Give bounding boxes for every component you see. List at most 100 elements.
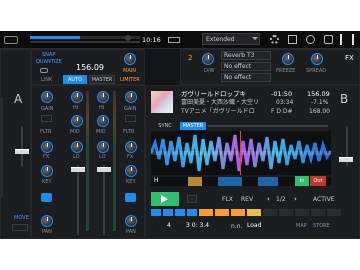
master-deck-button[interactable]: MASTER [180, 122, 206, 130]
next-page-icon[interactable]: › [294, 196, 297, 203]
store-button[interactable]: STORE [313, 224, 330, 229]
ch-b-mid-knob[interactable] [97, 115, 109, 127]
sync-label: SYNC [158, 123, 172, 129]
link-label: LINK [41, 77, 53, 83]
load-button[interactable]: Load [247, 223, 261, 229]
waveform-svg [151, 134, 331, 172]
ch2-cue-headphone-icon[interactable] [125, 193, 136, 202]
loop-out-label: Out [313, 178, 323, 184]
deck-b-bpm: 156.09 [307, 90, 330, 98]
ch-b-level-meter [113, 91, 116, 231]
hotcue-pad-5[interactable] [199, 209, 213, 216]
ch1-pan-knob[interactable] [41, 215, 53, 227]
ch-b-volume-fader[interactable] [97, 167, 111, 172]
hotcue-pad-2[interactable] [163, 209, 173, 216]
snap-label: SNAP [42, 52, 56, 58]
track-artist: 富田美憂・大西沙織・大空リ [181, 99, 260, 106]
playhead [240, 131, 241, 175]
ch-a-mid-knob[interactable] [71, 115, 83, 127]
ch1-key-knob[interactable] [41, 165, 53, 177]
deck-b-pitch: -7.1% [311, 99, 329, 106]
hotcue-pad-3[interactable] [175, 209, 185, 216]
flx-button[interactable]: FLX [222, 197, 233, 203]
fx-freeze-label: FREEZE [276, 68, 296, 74]
link-indicator-icon [40, 68, 48, 73]
master-bpm: 156.09 [76, 63, 104, 72]
fx-slot-2-label: No effect [224, 63, 252, 70]
nn-label: n.n. [231, 223, 243, 230]
mode-label: Extended [206, 36, 235, 43]
ch2-key-label: KEY [126, 179, 136, 185]
ch1-cue-headphone-icon[interactable] [41, 193, 52, 202]
ch-a-hi-knob[interactable] [71, 91, 83, 103]
loop-in-button[interactable]: In [295, 176, 309, 186]
logo-icon [4, 36, 18, 44]
ch-a-level-meter [86, 91, 89, 231]
hotcue-marker-1[interactable] [188, 177, 202, 186]
hotcue-marker-2[interactable] [218, 177, 242, 186]
ch1-gain-knob[interactable] [41, 91, 53, 103]
deck-a-cue-button[interactable] [12, 224, 28, 231]
hotcue-pad-1[interactable] [151, 209, 161, 216]
share-icon[interactable] [324, 35, 333, 44]
ch-a-mid-label: MID [70, 129, 80, 135]
mixer-icon[interactable] [288, 35, 297, 44]
deck-a-pitch-fader[interactable] [15, 149, 29, 154]
fx-freeze-knob[interactable] [282, 53, 294, 65]
main-volume-knob[interactable] [124, 53, 136, 65]
fx-dw-label: D/W [204, 68, 215, 74]
ch-a-volume-fader[interactable] [71, 167, 85, 172]
hotcue-pad-12[interactable] [311, 209, 325, 216]
hotcue-pad-10[interactable] [279, 209, 293, 216]
ch2-key-knob[interactable] [125, 165, 137, 177]
ch2-headphone-button[interactable] [125, 115, 136, 122]
rev-button[interactable]: REV [241, 197, 253, 203]
fx-spread-knob[interactable] [311, 53, 323, 65]
hotcue-pad-11[interactable] [295, 209, 309, 216]
master-label: MASTER [91, 76, 113, 83]
fx-slot-number: 2 [188, 54, 193, 62]
ch2-pan-knob[interactable] [125, 215, 137, 227]
hotcue-pad-9[interactable] [263, 209, 277, 216]
ch-a-lo-knob[interactable] [71, 141, 83, 153]
ch-b-hi-knob[interactable] [97, 91, 109, 103]
ch-b-hi-label: HI [99, 105, 105, 111]
map-button[interactable]: MAP [296, 224, 307, 229]
battery-icon [168, 37, 180, 43]
hotcue-pad-6[interactable] [215, 209, 229, 216]
hotcue-pad-7[interactable] [231, 209, 245, 216]
fx-slot-1-label: Reverb T3 [224, 52, 255, 59]
ch-b-lo-knob[interactable] [97, 141, 109, 153]
hotcue-pad-4[interactable] [187, 209, 197, 216]
auto-button[interactable]: AUTO [63, 75, 87, 84]
prev-page-icon[interactable]: ‹ [267, 196, 270, 203]
master-button[interactable]: MASTER [89, 75, 115, 84]
beat-position: 3 0: 3.4 [186, 222, 210, 229]
waveform-display[interactable] [151, 131, 331, 175]
loop-out-button[interactable]: Out [310, 176, 326, 186]
ch1-headphone-button[interactable] [41, 115, 52, 122]
gear-icon[interactable] [270, 35, 279, 44]
ch2-fx-label: FX [127, 154, 134, 160]
ch1-pan-label: PAN [42, 229, 52, 235]
deck-a-side-bar [0, 97, 3, 197]
track-overview-bar[interactable] [208, 125, 328, 127]
ch2-fx-knob[interactable] [125, 141, 137, 153]
active-label: ACTIVE [313, 196, 335, 203]
deck-a-pitch-track [21, 126, 23, 166]
ch1-fx-knob[interactable] [41, 141, 53, 153]
top-bar: 10:16 Extended [0, 31, 360, 49]
ch-a-hi-label: HI [73, 105, 79, 111]
fx-dry-wet-knob[interactable] [202, 53, 214, 65]
hotcue-marker-3[interactable] [258, 177, 278, 186]
deck-b-letter: B [340, 92, 349, 106]
deck-b-pitch-fader[interactable] [339, 157, 353, 162]
sync-button[interactable]: SYNC [151, 122, 179, 130]
fx-spread-label: SPREAD [306, 68, 327, 74]
cue-marker-h: H [154, 177, 159, 184]
ch2-gain-knob[interactable] [125, 91, 137, 103]
record-icon[interactable] [306, 35, 315, 44]
hotcue-pad-13[interactable] [327, 209, 341, 216]
deck-a-letter: A [14, 92, 23, 106]
hotcue-pad-8[interactable] [247, 209, 261, 216]
